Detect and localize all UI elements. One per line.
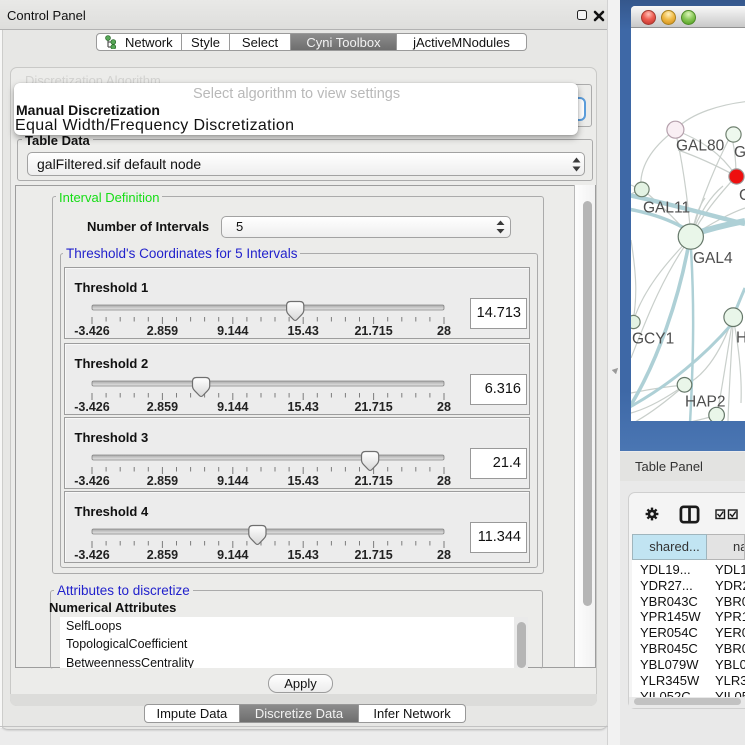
svg-text:G.: G.: [734, 144, 745, 161]
svg-text:2.859: 2.859: [147, 324, 178, 338]
svg-text:GAL11: GAL11: [643, 200, 690, 217]
svg-text:15.43: 15.43: [288, 548, 319, 562]
svg-text:9.144: 9.144: [217, 400, 248, 414]
svg-text:GAL80: GAL80: [676, 138, 725, 155]
svg-text:15.43: 15.43: [288, 474, 319, 488]
svg-text:2.859: 2.859: [147, 400, 178, 414]
svg-text:21.715: 21.715: [354, 324, 392, 338]
svg-text:21.715: 21.715: [354, 548, 392, 562]
svg-text:28: 28: [437, 324, 451, 338]
svg-text:9.144: 9.144: [217, 474, 248, 488]
svg-text:H: H: [736, 330, 745, 347]
svg-text:9.144: 9.144: [217, 324, 248, 338]
svg-text:9.144: 9.144: [217, 548, 248, 562]
svg-text:GCY1: GCY1: [632, 331, 674, 348]
svg-text:-3.426: -3.426: [74, 400, 109, 414]
svg-text:HAP2: HAP2: [685, 394, 726, 411]
svg-text:15.43: 15.43: [288, 400, 319, 414]
svg-text:-3.426: -3.426: [74, 474, 109, 488]
svg-text:15.43: 15.43: [288, 324, 319, 338]
svg-text:C: C: [739, 187, 745, 204]
svg-text:-3.426: -3.426: [74, 324, 109, 338]
svg-text:21.715: 21.715: [354, 474, 392, 488]
svg-text:21.715: 21.715: [354, 400, 392, 414]
svg-text:28: 28: [437, 548, 451, 562]
svg-text:GAL4: GAL4: [693, 250, 733, 267]
svg-text:28: 28: [437, 400, 451, 414]
svg-text:28: 28: [437, 474, 451, 488]
svg-text:2.859: 2.859: [147, 474, 178, 488]
svg-text:-3.426: -3.426: [74, 548, 109, 562]
svg-text:2.859: 2.859: [147, 548, 178, 562]
